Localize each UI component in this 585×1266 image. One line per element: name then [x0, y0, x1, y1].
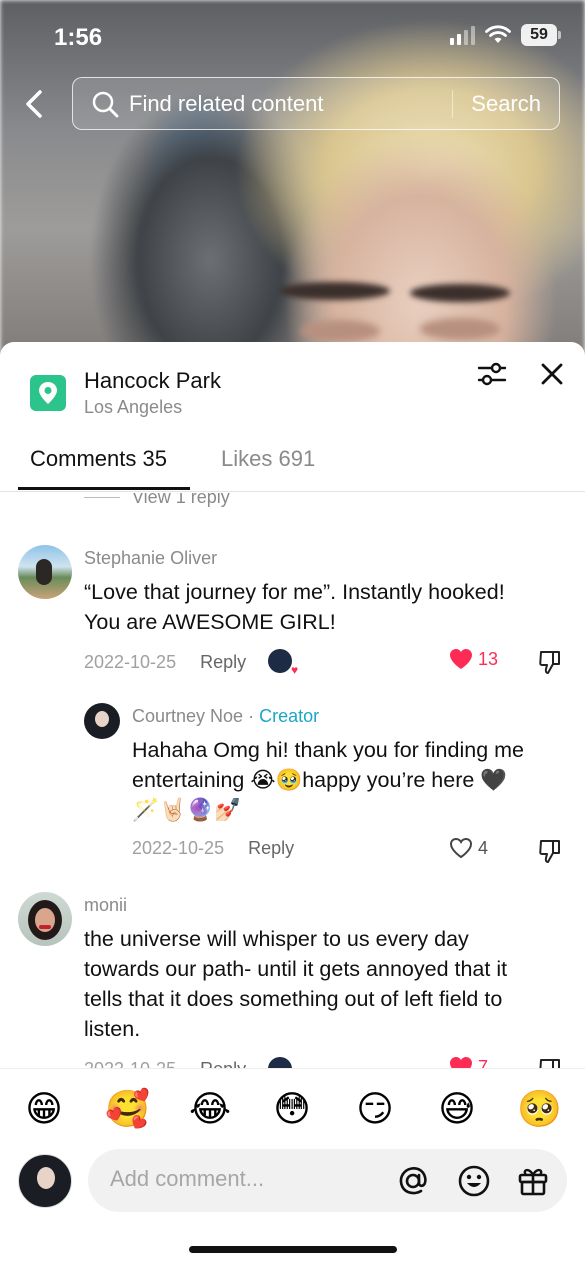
dislike-icon[interactable] — [538, 838, 562, 864]
tab-likes[interactable]: Likes 691 — [221, 446, 315, 472]
comment-list[interactable]: View 1 reply Stephanie Oliver “Love that… — [0, 493, 585, 1068]
reply-meta: 2022-10-25 Reply — [132, 838, 294, 859]
active-tab-indicator — [18, 487, 190, 490]
emoji-hearts-button[interactable]: 🥰 — [105, 1087, 150, 1131]
heart-outline-icon — [449, 837, 473, 859]
comment-username[interactable]: Stephanie Oliver — [84, 548, 217, 569]
status-time: 1:56 — [54, 24, 103, 51]
heart-filled-icon — [450, 649, 472, 669]
emoji-laughing-button[interactable]: 😂 — [188, 1087, 232, 1131]
video-frame-detail — [410, 284, 510, 302]
comment-composer: Add comment... — [88, 1149, 567, 1212]
emoji-smirk-button[interactable]: 😏 — [353, 1087, 397, 1131]
emoji-sweat-smile-button[interactable]: 😅 — [435, 1087, 479, 1131]
battery-indicator: 59 — [521, 24, 561, 46]
comment-username[interactable]: monii — [84, 895, 127, 916]
video-frame-detail — [300, 320, 380, 342]
emoji-quick-bar: 😁 🥰 😂 😳 😏 😅 🥺 — [0, 1068, 585, 1148]
video-frame-detail — [420, 318, 500, 340]
emoji-pleading-button[interactable]: 🥺 — [517, 1087, 562, 1131]
reply-author-name[interactable]: Courtney Noe — [132, 706, 243, 726]
comment-text-line: towards our path- until it gets annoyed … — [84, 957, 508, 981]
reply-button[interactable]: Reply — [200, 652, 246, 673]
comment-meta: 2022-10-25 Reply — [84, 1057, 293, 1069]
creator-badge: Creator — [259, 706, 320, 726]
like-count: 7 — [478, 1056, 489, 1069]
reply-divider-line — [84, 497, 120, 498]
reply-text-line: Hahaha Omg hi! thank you for finding me — [132, 738, 524, 762]
search-input[interactable]: Find related content — [129, 91, 452, 117]
wifi-icon — [485, 25, 511, 43]
location-pin-icon — [30, 375, 66, 411]
reply-button[interactable]: Reply — [200, 1059, 246, 1069]
emoji-picker-icon[interactable] — [457, 1164, 491, 1198]
view-replies-link[interactable]: View 1 reply — [84, 493, 230, 508]
comment-date: 2022-10-25 — [84, 651, 177, 672]
view-replies-label: View 1 reply — [132, 493, 230, 507]
like-button[interactable]: 13 — [448, 647, 498, 671]
reply-text-line: entertaining 😭🥹happy you’re here 🖤 — [132, 768, 508, 792]
avatar[interactable] — [18, 545, 72, 599]
filter-sliders-icon[interactable] — [476, 358, 508, 390]
creator-liked-badge: ♥ — [268, 649, 298, 677]
status-bar: 1:56 59 — [0, 0, 585, 74]
comment-meta: 2022-10-25 Reply ♥ — [84, 649, 298, 677]
cellular-signal-icon — [450, 25, 475, 45]
video-frame-detail — [280, 282, 390, 300]
like-button[interactable]: 7 — [448, 1055, 488, 1068]
tab-comments[interactable]: Comments 35 — [30, 446, 167, 472]
location-name[interactable]: Hancock Park — [84, 368, 221, 394]
gift-icon[interactable] — [516, 1164, 550, 1198]
comment-text-line: listen. — [84, 1017, 141, 1041]
separator-dot: · — [248, 706, 260, 726]
dislike-icon[interactable] — [538, 1057, 562, 1068]
home-indicator — [189, 1246, 397, 1253]
reply-button[interactable]: Reply — [248, 838, 294, 859]
comment-date: 2022-10-25 — [84, 1059, 176, 1069]
search-icon — [92, 91, 119, 117]
comments-sheet: Hancock Park Los Angeles Comments 35 Lik… — [0, 342, 585, 1266]
emoji-grinning-button[interactable]: 😁 — [22, 1087, 66, 1131]
comment-text-line: the universe will whisper to us every da… — [84, 927, 469, 951]
reply-date: 2022-10-25 — [132, 838, 225, 858]
like-button[interactable]: 4 — [448, 836, 488, 860]
status-icons: 59 — [450, 24, 561, 46]
comment-text-line: You are AWESOME GIRL! — [84, 610, 336, 634]
comment-input[interactable]: Add comment... — [110, 1166, 264, 1192]
like-count: 13 — [478, 648, 499, 669]
avatar[interactable] — [18, 892, 72, 946]
search-button[interactable]: Search — [453, 91, 559, 117]
heart-filled-icon — [450, 1057, 472, 1068]
mention-icon[interactable] — [396, 1164, 430, 1198]
my-avatar — [18, 1154, 72, 1208]
back-arrow-icon[interactable] — [18, 86, 52, 122]
creator-liked-badge — [268, 1057, 293, 1068]
close-icon[interactable] — [538, 358, 566, 390]
reply-username: Courtney Noe · Creator — [132, 706, 319, 727]
search-bar[interactable]: Find related content Search — [72, 77, 560, 130]
reply-text-line: 🪄🤘🏻🔮💅🏻 — [132, 797, 242, 822]
emoji-flushed-button[interactable]: 😳 — [270, 1087, 314, 1131]
location-city: Los Angeles — [84, 397, 183, 417]
comment-text-line: tells that it does something out of left… — [84, 987, 503, 1011]
comment-text-line: “Love that journey for me”. Instantly ho… — [84, 580, 505, 604]
avatar[interactable] — [84, 703, 120, 739]
like-count: 4 — [478, 837, 489, 858]
dislike-icon[interactable] — [538, 649, 562, 675]
tab-bar: Comments 35 Likes 691 — [0, 438, 585, 492]
